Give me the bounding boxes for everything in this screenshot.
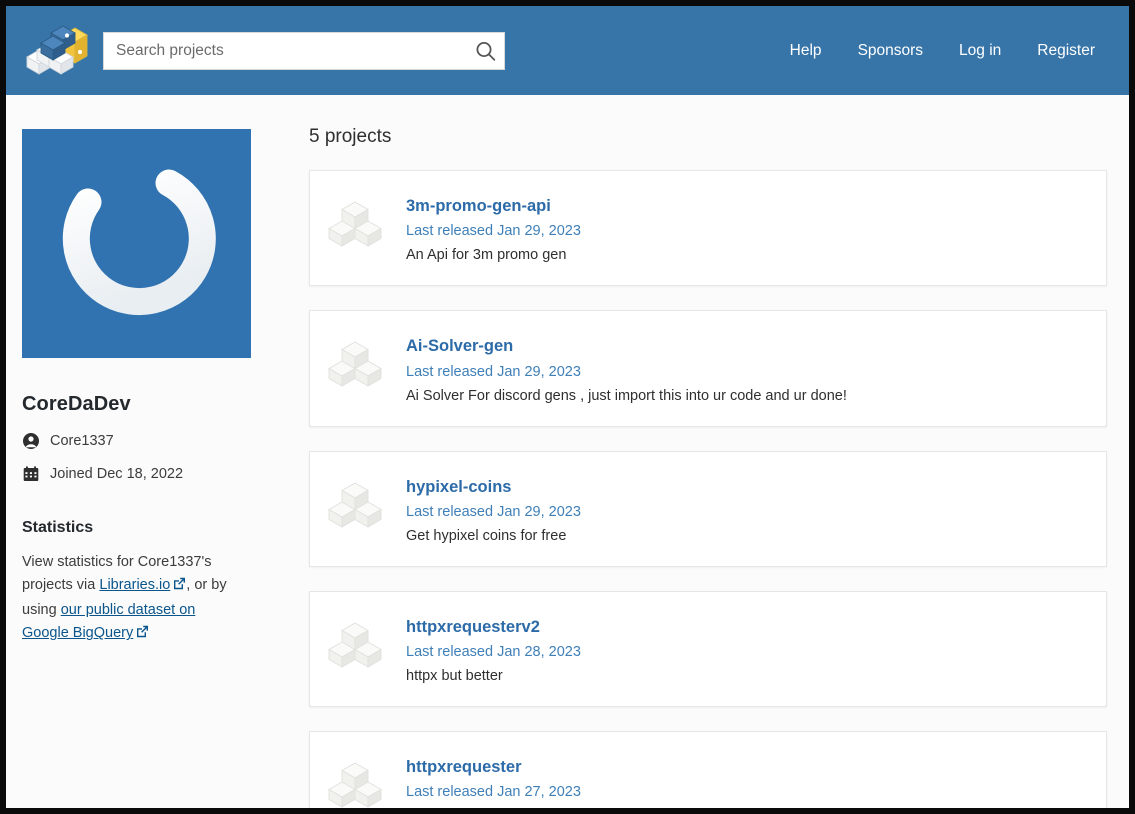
page-body: CoreDaDev Core1337 (6, 95, 1129, 814)
profile-username-row: Core1337 (22, 433, 291, 449)
results-count-heading: 5 projects (309, 126, 1107, 148)
project-card-body: Ai-Solver-gen Last released Jan 29, 2023… (406, 333, 847, 403)
package-cubes-icon (328, 480, 382, 535)
profile-joined-label: Joined Dec 18, 2022 (50, 466, 183, 482)
package-cubes-icon (328, 620, 382, 675)
nav-link-sponsors[interactable]: Sponsors (858, 42, 923, 60)
package-cubes-icon (328, 760, 382, 814)
search-icon (475, 49, 496, 64)
nav-link-login[interactable]: Log in (959, 42, 1001, 60)
project-name: httpxrequester (406, 756, 581, 778)
nav-link-help[interactable]: Help (790, 42, 822, 60)
user-icon (22, 433, 39, 449)
calendar-icon (22, 466, 39, 482)
project-card-body: 3m-promo-gen-api Last released Jan 29, 2… (406, 193, 581, 263)
header-nav: Help Sponsors Log in Register (790, 42, 1111, 60)
browser-screenshot: Help Sponsors Log in Register (0, 0, 1135, 814)
project-name: 3m-promo-gen-api (406, 195, 581, 217)
project-last-released: Last released Jan 29, 2023 (406, 364, 847, 380)
search-input[interactable] (104, 33, 504, 69)
external-link-icon (173, 575, 186, 598)
project-card-body: httpxrequesterv2 Last released Jan 28, 2… (406, 614, 581, 684)
project-card[interactable]: httpxrequesterv2 Last released Jan 28, 2… (309, 591, 1107, 707)
profile-username-label: Core1337 (50, 433, 114, 449)
search-submit-button[interactable] (475, 40, 496, 61)
statistics-text: View statistics for Core1337's projects … (22, 551, 240, 647)
project-last-released: Last released Jan 28, 2023 (406, 644, 581, 660)
avatar (22, 129, 251, 358)
project-list: 3m-promo-gen-api Last released Jan 29, 2… (309, 170, 1107, 814)
project-card-body: httpxrequester Last released Jan 27, 202… (406, 754, 581, 814)
nav-link-register[interactable]: Register (1037, 42, 1095, 60)
project-card[interactable]: hypixel-coins Last released Jan 29, 2023… (309, 451, 1107, 567)
profile-display-name: CoreDaDev (22, 393, 291, 416)
pypi-logo-link[interactable] (20, 20, 92, 82)
project-description: httpx but better (406, 808, 581, 814)
project-description: Get hypixel coins for free (406, 528, 581, 544)
profile-sidebar: CoreDaDev Core1337 (6, 95, 291, 814)
profile-joined-row: Joined Dec 18, 2022 (22, 466, 291, 482)
project-last-released: Last released Jan 29, 2023 (406, 223, 581, 239)
project-name: Ai-Solver-gen (406, 335, 847, 357)
projects-main: 5 projects (291, 95, 1129, 814)
site-header: Help Sponsors Log in Register (6, 6, 1129, 95)
project-card[interactable]: 3m-promo-gen-api Last released Jan 29, 2… (309, 170, 1107, 286)
libraries-io-link-label: Libraries.io (99, 577, 170, 593)
pypi-cube-logo-icon (23, 19, 89, 82)
gravatar-avatar-icon (22, 129, 251, 358)
package-cubes-icon (328, 199, 382, 254)
project-name: httpxrequesterv2 (406, 616, 581, 638)
package-cubes-icon (328, 339, 382, 394)
project-last-released: Last released Jan 27, 2023 (406, 784, 581, 800)
search-box[interactable] (103, 32, 505, 70)
project-card[interactable]: Ai-Solver-gen Last released Jan 29, 2023… (309, 310, 1107, 426)
project-description: Ai Solver For discord gens , just import… (406, 388, 847, 404)
statistics-heading: Statistics (22, 519, 291, 537)
project-card[interactable]: httpxrequester Last released Jan 27, 202… (309, 731, 1107, 814)
search-form (103, 32, 505, 70)
project-card-body: hypixel-coins Last released Jan 29, 2023… (406, 474, 581, 544)
project-description: An Api for 3m promo gen (406, 247, 581, 263)
libraries-io-link[interactable]: Libraries.io (99, 577, 186, 593)
project-description: httpx but better (406, 668, 581, 684)
project-name: hypixel-coins (406, 476, 581, 498)
project-last-released: Last released Jan 29, 2023 (406, 504, 581, 520)
external-link-icon (136, 623, 149, 646)
